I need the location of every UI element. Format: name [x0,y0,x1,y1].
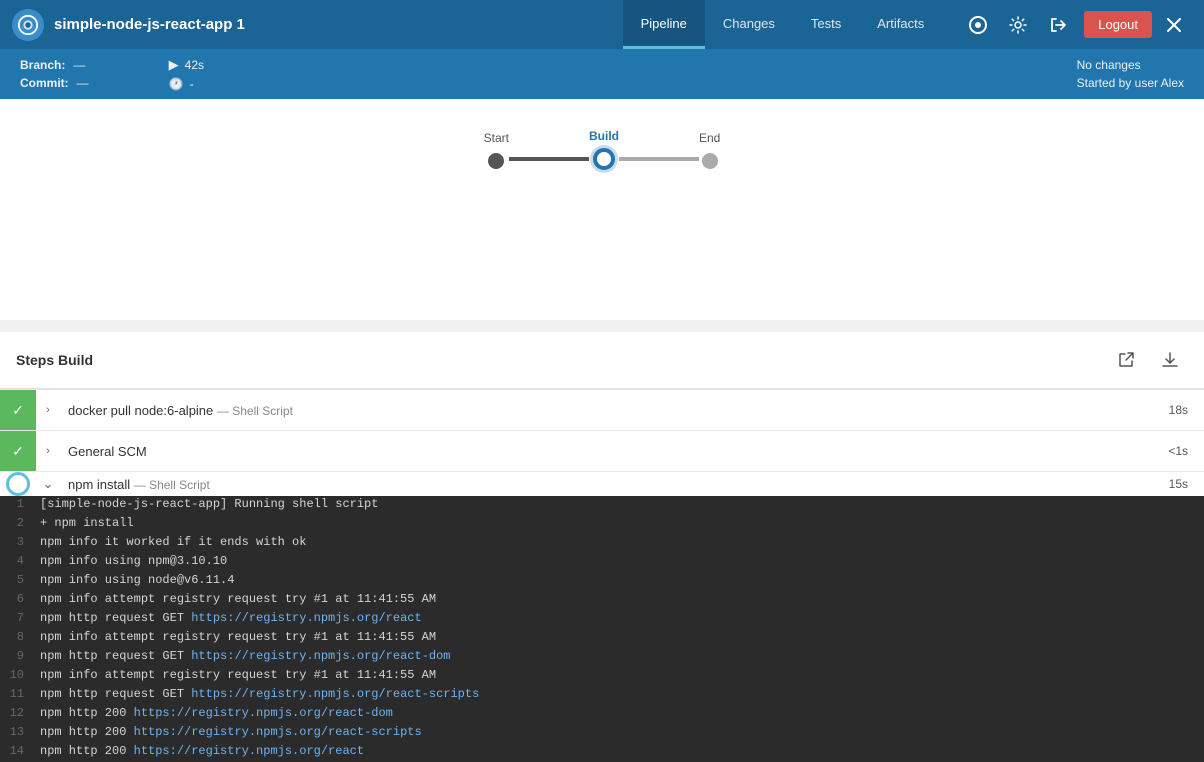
commit-value: — [77,76,89,90]
end-node [702,153,718,169]
step-duration-npm: 15s [1153,477,1204,491]
subheader-meta-center: ▶ 42s 🕐 - [169,57,204,91]
step-row-npm[interactable]: ⌄ npm install — Shell Script 15s [0,471,1204,496]
start-node [488,153,504,169]
console-line: 13npm http 200 https://registry.npmjs.or… [0,724,1204,743]
circle-icon[interactable] [960,7,996,43]
steps-title: Steps Build [16,352,93,368]
step-duration-docker: 18s [1153,403,1204,417]
main-nav: Pipeline Changes Tests Artifacts [623,0,943,49]
step-status-docker: ✓ [0,390,36,430]
step-row-scm[interactable]: ✓ › General SCM <1s [0,430,1204,471]
app-logo [12,9,44,41]
download-icon[interactable] [1152,342,1188,378]
logout-button[interactable]: Logout [1084,11,1152,38]
subheader: Branch: — Commit: — ▶ 42s 🕐 - No changes… [0,49,1204,99]
external-link-icon[interactable] [1108,342,1144,378]
pipeline-step-build[interactable]: Build [589,129,619,170]
build-label: Build [589,129,619,143]
console-line: 12npm http 200 https://registry.npmjs.or… [0,705,1204,724]
step-row-docker[interactable]: ✓ › docker pull node:6-alpine — Shell Sc… [0,389,1204,430]
subheader-meta-left: Branch: — Commit: — [20,58,89,90]
connector-1 [509,157,589,161]
build-node [593,148,615,170]
header: simple-node-js-react-app 1 Pipeline Chan… [0,0,1204,49]
started-by-text: Started by user Alex [1077,76,1184,90]
play-icon: ▶ [169,57,179,73]
console-line: 1[simple-node-js-react-app] Running shel… [0,496,1204,515]
console-output: 1[simple-node-js-react-app] Running shel… [0,496,1204,762]
commit-label: Commit: [20,76,69,90]
chevron-npm: ⌄ [36,476,60,492]
clock-icon: 🕐 [169,77,184,91]
console-line: 11npm http request GET https://registry.… [0,686,1204,705]
branch-row: Branch: — [20,58,89,72]
console-line: 10npm info attempt registry request try … [0,667,1204,686]
duration-row: ▶ 42s [169,57,204,73]
start-label: Start [484,131,509,145]
console-link[interactable]: https://registry.npmjs.org/react-scripts [134,725,422,739]
pipeline-track: Start Build End [484,129,721,170]
subheader-meta-right: No changes Started by user Alex [1077,58,1184,90]
console-line: 2+ npm install [0,515,1204,534]
end-label: End [699,131,720,145]
no-changes-text: No changes [1077,58,1184,72]
steps-header: Steps Build [0,332,1204,389]
console-link[interactable]: https://registry.npmjs.org/react-scripts [191,687,479,701]
time-row: 🕐 - [169,77,204,91]
console-line: 8npm info attempt registry request try #… [0,629,1204,648]
branch-value: — [73,58,85,72]
pipeline-step-end[interactable]: End [699,131,720,169]
step-status-npm [6,472,30,496]
step-name-docker: docker pull node:6-alpine — Shell Script [60,403,1153,418]
chevron-scm: › [36,445,60,457]
step-name-npm: npm install — Shell Script [60,477,1153,492]
exit-icon[interactable] [1040,7,1076,43]
nav-tests[interactable]: Tests [793,0,859,49]
step-duration-scm: <1s [1152,444,1204,458]
settings-icon[interactable] [1000,7,1036,43]
pipeline-spacer [20,170,1184,300]
close-icon[interactable] [1156,7,1192,43]
nav-changes[interactable]: Changes [705,0,793,49]
console-line: 9npm http request GET https://registry.n… [0,648,1204,667]
step-status-scm: ✓ [0,431,36,471]
console-link[interactable]: https://registry.npmjs.org/react [191,611,421,625]
pipeline-step-start[interactable]: Start [484,131,509,169]
time-value: - [190,77,194,91]
steps-actions [1108,342,1188,378]
app-title: simple-node-js-react-app 1 [54,16,613,33]
console-line: 14npm http 200 https://registry.npmjs.or… [0,743,1204,762]
branch-label: Branch: [20,58,65,72]
console-line: 5npm info using node@v6.11.4 [0,572,1204,591]
duration-value: 42s [185,58,204,72]
nav-artifacts[interactable]: Artifacts [859,0,942,49]
console-line: 3npm info it worked if it ends with ok [0,534,1204,553]
console-link[interactable]: https://registry.npmjs.org/react-dom [191,649,450,663]
header-icons: Logout [960,7,1192,43]
console-line: 4npm info using npm@3.10.10 [0,553,1204,572]
console-line: 7npm http request GET https://registry.n… [0,610,1204,629]
steps-panel: Steps Build ✓ › docker pull node:6-alpin… [0,332,1204,762]
step-name-scm: General SCM [60,444,1152,459]
console-link[interactable]: https://registry.npmjs.org/react-dom [134,706,393,720]
commit-row: Commit: — [20,76,89,90]
chevron-docker: › [36,404,60,416]
console-line: 6npm info attempt registry request try #… [0,591,1204,610]
nav-pipeline[interactable]: Pipeline [623,0,705,49]
connector-2 [619,157,699,161]
console-link[interactable]: https://registry.npmjs.org/react [134,744,364,758]
pipeline-area: Start Build End [0,99,1204,320]
